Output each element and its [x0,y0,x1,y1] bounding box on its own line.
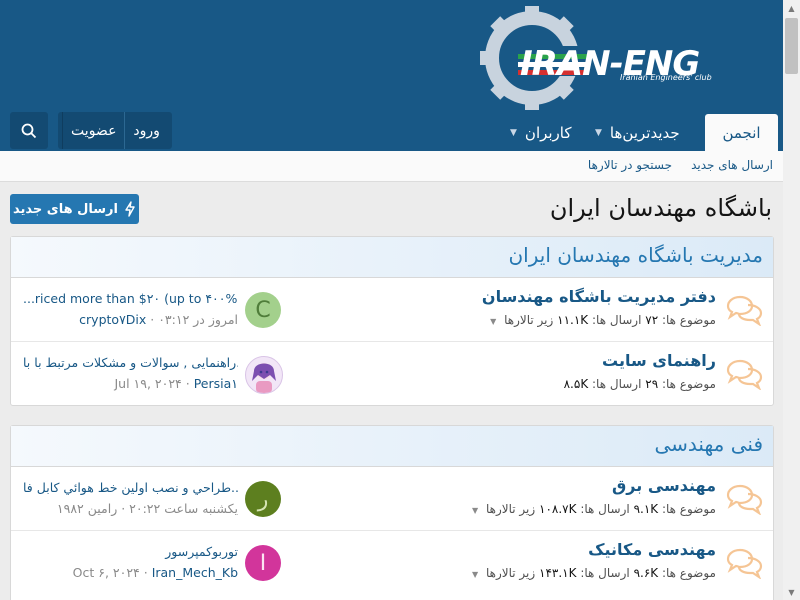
threads-count: ۷۲ [645,313,659,327]
threads-count: ۲۹ [645,377,659,391]
chevron-down-icon[interactable]: ▼ [510,128,517,138]
tab-forums-label: انجمن [722,123,761,142]
chevron-down-icon[interactable]: ▼ [595,128,602,138]
forum-stats: موضوع ها: ۷۲ ارسال ها: ۱۱.۱K زیر تالارها… [490,313,716,327]
chevron-down-icon[interactable]: ▼ [490,317,496,326]
bolt-icon [125,201,135,217]
sub-navigation: ارسال های جدید جستجو در تالارها [0,151,783,182]
category-block: مدیریت باشگاه مهندسان ایران دفتر مدیریت … [10,236,774,406]
forum-stats: موضوع ها: ۹.۶K ارسال ها: ۱۴۳.۱K زیر تالا… [472,566,716,580]
tab-forums[interactable]: انجمن [705,114,778,151]
latest-thread-title[interactable]: ...riced more than $۲۰ (up to ۴۰۰%) [23,291,238,306]
tab-whats-new[interactable]: ▼ جدیدترین‌ها [595,114,680,151]
latest-time[interactable]: Oct ۶, ۲۰۲۴ [73,565,140,580]
latest-thread-meta: Jul ۱۹, ۲۰۲۴ · Persia۱ [23,376,238,391]
separator: · [117,501,126,516]
forum-stats: موضوع ها: ۲۹ ارسال ها: ۸.۵K [564,377,716,391]
subforums-link[interactable]: زیر تالارها [486,502,535,516]
comments-icon [726,484,763,515]
latest-thread-title[interactable]: راهنمایی , سوالات و مشکلات مرتبط با با..… [23,355,238,370]
separator: · [143,565,152,580]
messages-count: ۱۰۸.۷K [539,502,577,516]
comments-icon [726,548,763,579]
forum-title[interactable]: راهنمای سایت [602,351,716,370]
register-button[interactable]: عضویت [62,112,124,149]
threads-label: موضوع ها: [661,377,716,391]
latest-thread-meta: امروز در ۰۳:۱۲ · crypto۷Dix [23,312,238,327]
messages-label: ارسال ها: [580,502,630,516]
subforums-link[interactable]: زیر تالارها [486,566,535,580]
forum-title[interactable]: دفتر مدیریت باشگاه مهندسان [482,287,716,306]
latest-time[interactable]: Jul ۱۹, ۲۰۲۴ [114,376,181,391]
tab-whats-new-label: جدیدترین‌ها [609,123,680,142]
messages-label: ارسال ها: [592,313,642,327]
scroll-down-icon[interactable]: ▼ [783,584,800,600]
avatar[interactable]: C [245,292,281,328]
category-header: فنی مهندسی [11,426,773,467]
messages-count: ۱۴۳.۱K [539,566,577,580]
latest-time[interactable]: امروز در ۰۳:۱۲ [158,312,238,327]
new-posts-button-label: ارسال های جدید [12,201,118,217]
threads-count: ۹.۶K [633,566,659,580]
latest-thread-meta: Oct ۶, ۲۰۲۴ · Iran_Mech_Kb [23,565,238,580]
latest-user[interactable]: Iran_Mech_Kb [152,565,238,580]
separator: · [146,312,155,327]
scrollbar-thumb[interactable] [785,18,798,74]
avatar[interactable]: I [245,545,281,581]
latest-user[interactable]: crypto۷Dix [79,312,146,327]
chevron-down-icon[interactable]: ▼ [472,506,478,515]
logo-subtitle: Iranian Engineers' club [620,73,712,82]
forum-title[interactable]: مهندسی برق [612,476,716,495]
category-title[interactable]: مدیریت باشگاه مهندسان ایران [508,243,763,267]
tab-members-label: کاربران [524,123,572,142]
latest-thread-title[interactable]: توربوکمپرسور [23,544,238,559]
page-scrollbar[interactable]: ▲ ▼ [783,0,800,600]
avatar[interactable] [245,356,283,394]
tab-members[interactable]: ▼ کاربران [510,114,572,151]
forum-node: راهنمای سایت موضوع ها: ۲۹ ارسال ها: ۸.۵K… [11,342,773,405]
latest-thread-title[interactable]: طراحي و نصب اولين خط هوائي كابل فا... [23,480,238,495]
anime-avatar-image [252,363,276,393]
page-title: باشگاه مهندسان ایران [549,194,772,222]
subnav-new-posts[interactable]: ارسال های جدید [691,158,773,172]
search-icon [21,123,37,138]
forum-node: دفتر مدیریت باشگاه مهندسان موضوع ها: ۷۲ … [11,278,773,342]
latest-user[interactable]: Persia۱ [194,376,238,391]
threads-label: موضوع ها: [661,313,716,327]
forum-title[interactable]: مهندسی مکانیک [588,540,716,559]
messages-count: ۱۱.۱K [557,313,589,327]
latest-thread-meta: یکشنبه ساعت ۲۰:۲۲ · رامین ۱۹۸۲ [23,501,238,516]
chevron-down-icon[interactable]: ▼ [472,570,478,579]
separator: · [185,376,194,391]
login-button[interactable]: ورود [124,112,168,149]
forum-stats: موضوع ها: ۹.۱K ارسال ها: ۱۰۸.۷K زیر تالا… [472,502,716,516]
threads-label: موضوع ها: [661,502,716,516]
subforums-link[interactable]: زیر تالارها [504,313,553,327]
new-posts-button[interactable]: ارسال های جدید [10,194,139,224]
site-header: IRAN-ENG Iranian Engineers' club انجمن ▼… [0,0,783,151]
category-block: فنی مهندسی مهندسی برق موضوع ها: ۹.۱K ارس… [10,425,774,600]
comments-icon [726,359,763,390]
forum-node: مهندسی برق موضوع ها: ۹.۱K ارسال ها: ۱۰۸.… [11,467,773,531]
category-title[interactable]: فنی مهندسی [654,432,763,456]
messages-count: ۸.۵K [563,377,589,391]
avatar[interactable]: ر [245,481,281,517]
messages-label: ارسال ها: [580,566,630,580]
subnav-search-forums[interactable]: جستجو در تالارها [588,158,672,172]
comments-icon [726,295,763,326]
latest-time[interactable]: یکشنبه ساعت ۲۰:۲۲ [129,501,238,516]
search-button[interactable] [10,112,48,149]
threads-count: ۹.۱K [633,502,659,516]
threads-label: موضوع ها: [661,566,716,580]
scroll-up-icon[interactable]: ▲ [783,0,800,16]
latest-user[interactable]: رامین ۱۹۸۲ [57,501,117,516]
messages-label: ارسال ها: [592,377,642,391]
page: IRAN-ENG Iranian Engineers' club انجمن ▼… [0,0,783,600]
category-header: مدیریت باشگاه مهندسان ایران [11,237,773,278]
forum-node: مهندسی مکانیک موضوع ها: ۹.۶K ارسال ها: ۱… [11,531,773,594]
auth-buttons: عضویت ورود [58,112,172,149]
